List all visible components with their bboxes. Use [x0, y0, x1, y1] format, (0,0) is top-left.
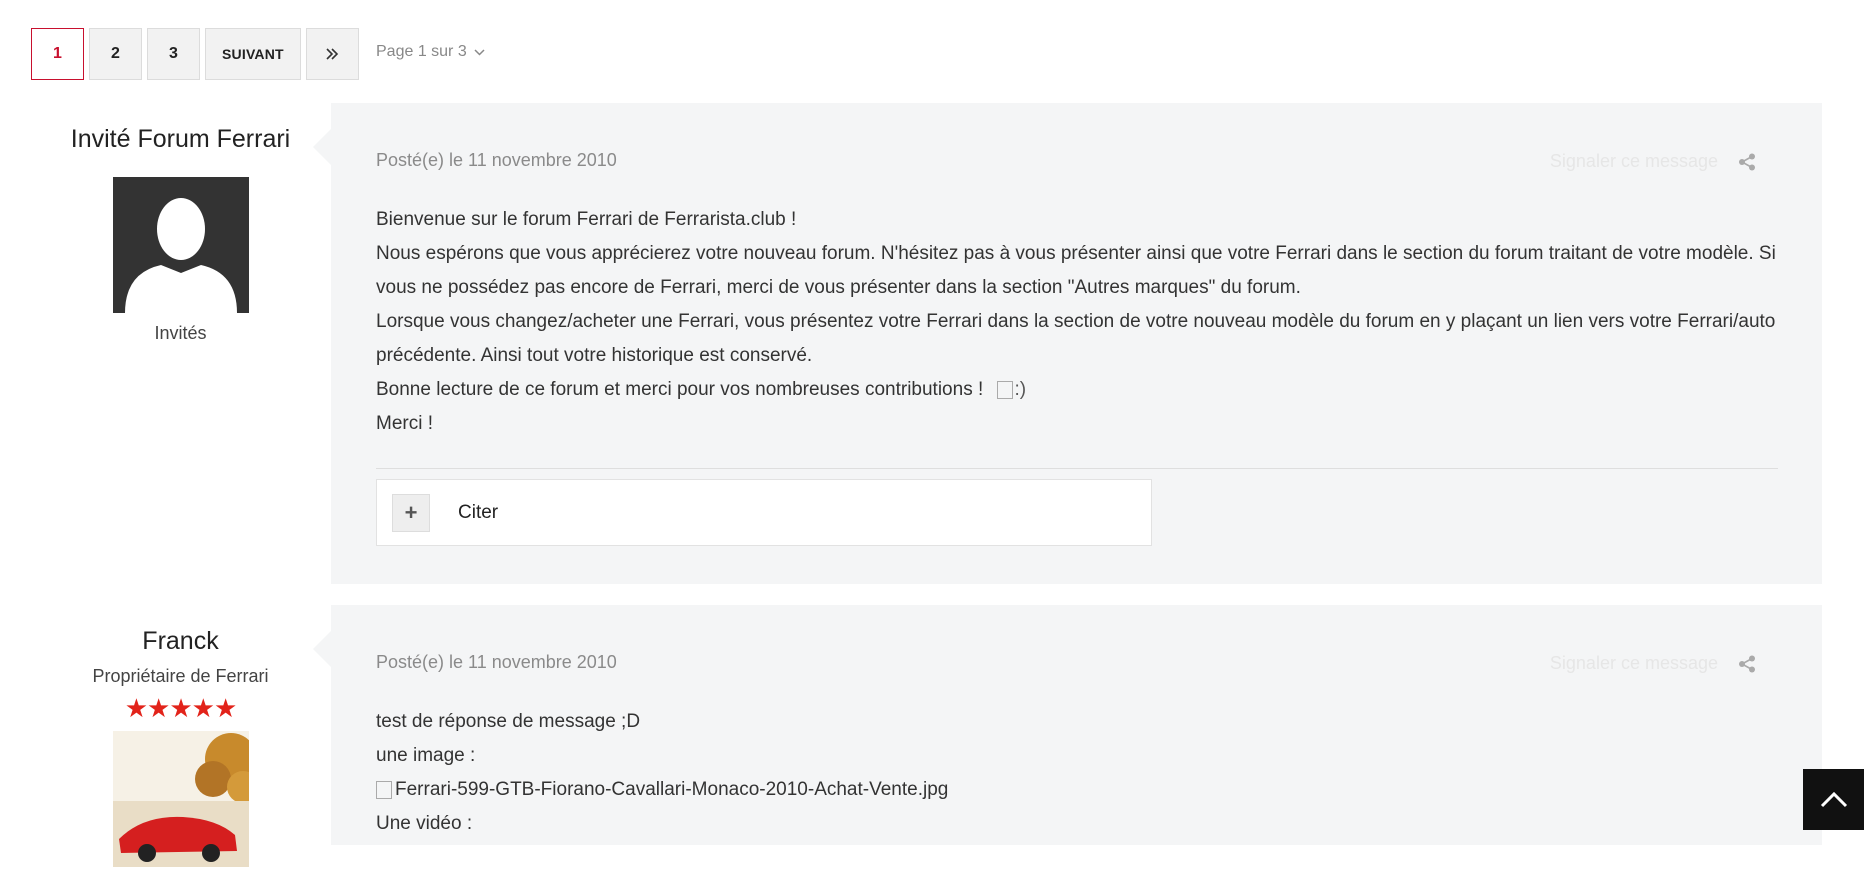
post-paragraph: une image : — [376, 745, 476, 766]
next-page-button[interactable]: SUIVANT — [205, 28, 301, 80]
post-paragraph: Bonne lecture de ce forum et merci pour … — [376, 379, 984, 400]
plus-icon[interactable]: + — [392, 493, 430, 532]
post-body: Bienvenue sur le forum Ferrari de Ferrar… — [376, 203, 1778, 441]
post-paragraph: Merci ! — [376, 413, 433, 434]
author-name[interactable]: Franck — [45, 627, 316, 656]
post-image: Ferrari-599-GTB-Fiorano-Cavallari-Monaco… — [376, 773, 1778, 807]
post-paragraph: test de réponse de message ;D — [376, 711, 641, 732]
avatar[interactable] — [112, 177, 249, 313]
author-rank: Propriétaire de Ferrari — [92, 666, 269, 686]
post-paragraph: Lorsque vous changez/acheter une Ferrari… — [376, 311, 1776, 366]
rank-stars: ★★★★★ — [124, 693, 238, 723]
post-content-box: Posté(e) le 11 novembre 2010 Signaler ce… — [313, 605, 1822, 845]
pagination: 1 2 3 SUIVANT — [31, 28, 359, 80]
report-post-link[interactable]: Signaler ce message — [1550, 653, 1718, 674]
post-date[interactable]: Posté(e) le 11 novembre 2010 — [376, 652, 617, 673]
post-paragraph: Nous espérons que vous apprécierez votre… — [376, 243, 1776, 298]
author-group: Invités — [154, 323, 207, 343]
share-icon[interactable] — [1738, 655, 1756, 673]
page-3-button[interactable]: 3 — [147, 28, 200, 80]
avatar[interactable] — [112, 731, 259, 867]
post-paragraph: Bienvenue sur le forum Ferrari de Ferrar… — [376, 209, 797, 230]
post-paragraph: Une vidéo : — [376, 813, 473, 834]
share-icon[interactable] — [1738, 153, 1756, 171]
author-name[interactable]: Invité Forum Ferrari — [45, 125, 316, 154]
smiley-image: :) — [996, 373, 1027, 407]
forum-post: Franck Propriétaire de Ferrari ★★★★★ Pos… — [0, 605, 1864, 867]
post-date[interactable]: Posté(e) le 11 novembre 2010 — [376, 150, 617, 171]
quote-box: + Citer — [376, 479, 1152, 546]
post-paragraph-with-smiley: Bonne lecture de ce forum et merci pour … — [376, 373, 1778, 407]
forum-post: Invité Forum Ferrari Invités Posté(e) le… — [0, 103, 1864, 584]
quote-button[interactable]: Citer — [458, 502, 498, 524]
broken-image-icon — [996, 380, 1013, 399]
chevron-up-icon — [1820, 791, 1847, 807]
post-body: test de réponse de message ;D une image … — [376, 705, 1778, 841]
double-chevron-right-icon — [326, 48, 339, 60]
back-to-top-button[interactable] — [1803, 769, 1864, 830]
image-alt-text: Ferrari-599-GTB-Fiorano-Cavallari-Monaco… — [395, 779, 949, 800]
page-info-label: Page 1 sur 3 — [376, 43, 467, 60]
last-page-button[interactable] — [305, 28, 359, 80]
chevron-down-icon — [474, 48, 485, 56]
report-post-link[interactable]: Signaler ce message — [1550, 151, 1718, 172]
page-jump-dropdown[interactable]: Page 1 sur 3 — [376, 43, 485, 61]
page-2-button[interactable]: 2 — [89, 28, 142, 80]
post-author: Franck Propriétaire de Ferrari ★★★★★ — [45, 605, 316, 867]
user-avatar-image — [112, 731, 259, 867]
broken-image-icon — [376, 780, 392, 799]
post-author: Invité Forum Ferrari Invités — [45, 103, 316, 344]
smiley-alt: :) — [1014, 379, 1027, 400]
default-avatar-icon — [112, 177, 249, 313]
page-1-button[interactable]: 1 — [31, 28, 84, 80]
post-content-box: Posté(e) le 11 novembre 2010 Signaler ce… — [313, 103, 1822, 584]
divider — [376, 468, 1778, 469]
